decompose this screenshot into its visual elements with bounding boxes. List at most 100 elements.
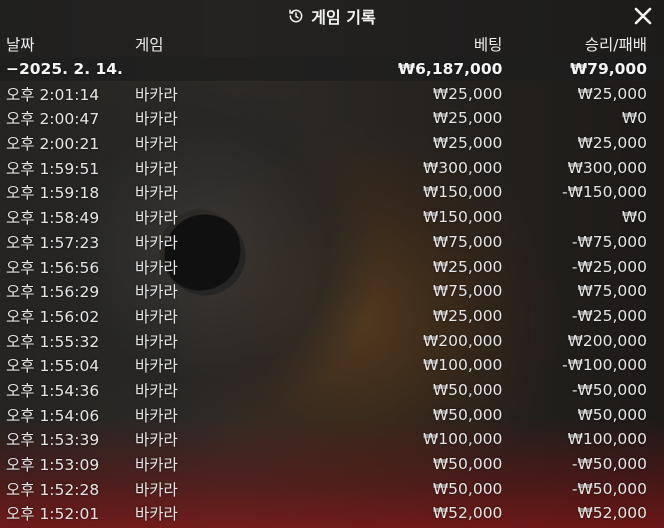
row-bet: ₩25,000 [432, 134, 503, 153]
row-bet: ₩75,000 [432, 282, 503, 301]
table-row[interactable]: 오후 1:55:32 바카라 ₩200,000 ₩200,000 [0, 328, 664, 353]
row-result: -₩50,000 [571, 380, 647, 399]
row-time: 오후 1:56:02 [6, 307, 100, 326]
column-header-bet[interactable]: 베팅 [348, 32, 520, 57]
column-header-date[interactable]: 날짜 [0, 32, 129, 57]
row-time: 오후 1:53:09 [6, 456, 100, 475]
row-game: 바카라 [134, 135, 178, 154]
row-game: 바카라 [134, 307, 178, 326]
row-time: 오후 2:00:21 [6, 135, 100, 154]
table-row[interactable]: 오후 1:54:06 바카라 ₩50,000 ₩50,000 [0, 402, 664, 427]
row-bet: ₩52,000 [432, 504, 503, 523]
table-row[interactable]: 오후 2:00:47 바카라 ₩25,000 ₩0 [0, 106, 664, 131]
row-game: 바카라 [134, 357, 178, 376]
row-bet: ₩50,000 [432, 479, 503, 498]
table-row[interactable]: 오후 1:57:23 바카라 ₩75,000 -₩75,000 [0, 230, 664, 255]
row-game: 바카라 [134, 381, 178, 400]
table-row[interactable]: 오후 1:56:02 바카라 ₩25,000 -₩25,000 [0, 304, 664, 329]
row-time: 오후 1:55:32 [6, 332, 100, 351]
row-bet: ₩100,000 [422, 356, 503, 375]
row-game: 바카라 [134, 456, 178, 475]
table-row[interactable]: 오후 1:59:51 바카라 ₩300,000 ₩300,000 [0, 155, 664, 180]
row-result: ₩300,000 [567, 158, 647, 177]
row-game: 바카라 [134, 209, 178, 228]
row-bet: ₩25,000 [432, 257, 503, 276]
close-icon [634, 7, 652, 25]
table-row[interactable]: 오후 1:52:28 바카라 ₩50,000 -₩50,000 [0, 476, 664, 501]
row-game: 바카라 [134, 480, 178, 499]
row-result: ₩50,000 [577, 405, 647, 424]
dialog-title-text: 게임 기록 [311, 8, 376, 27]
row-game: 바카라 [134, 406, 178, 425]
table-row[interactable]: 오후 1:58:49 바카라 ₩150,000 ₩0 [0, 205, 664, 230]
row-result: -₩50,000 [571, 479, 647, 498]
row-time: 오후 2:00:47 [6, 110, 100, 129]
column-header-result[interactable]: 승리/패배 [519, 32, 664, 57]
row-game: 바카라 [134, 159, 178, 178]
row-bet: ₩50,000 [432, 455, 503, 474]
row-result: -₩100,000 [561, 356, 647, 375]
row-game: 바카라 [134, 332, 178, 351]
row-result: ₩52,000 [577, 504, 647, 523]
row-bet: ₩25,000 [432, 306, 503, 325]
row-time: 오후 1:54:06 [6, 406, 100, 425]
table-row[interactable]: 오후 2:01:14 바카라 ₩25,000 ₩25,000 [0, 81, 664, 106]
row-game: 바카라 [134, 184, 178, 203]
date-group-row[interactable]: −2025. 2. 14. ₩6,187,000 ₩79,000 [0, 56, 664, 82]
table-row[interactable]: 오후 1:53:39 바카라 ₩100,000 ₩100,000 [0, 427, 664, 452]
row-bet: ₩100,000 [422, 430, 503, 449]
history-table: 날짜 게임 베팅 승리/패배 −2025. 2. 14. ₩6,187,000 … [0, 32, 664, 526]
row-result: ₩0 [621, 109, 647, 128]
row-time: 오후 1:59:18 [6, 184, 100, 203]
row-bet: ₩150,000 [422, 208, 503, 227]
row-time: 오후 1:52:28 [6, 480, 100, 499]
row-game: 바카라 [134, 110, 178, 129]
date-group-label[interactable]: −2025. 2. 14. [0, 56, 129, 82]
row-time: 오후 1:52:01 [6, 505, 100, 524]
row-bet: ₩75,000 [432, 232, 503, 251]
date-group-game [128, 56, 349, 82]
row-result: -₩150,000 [561, 183, 647, 202]
row-bet: ₩300,000 [422, 158, 503, 177]
row-game: 바카라 [134, 283, 178, 302]
date-group-result-total: ₩79,000 [519, 56, 664, 82]
column-header-game[interactable]: 게임 [128, 32, 349, 57]
row-time: 오후 1:58:49 [6, 209, 100, 228]
row-result: ₩25,000 [577, 84, 647, 103]
date-group-bet-total: ₩6,187,000 [348, 56, 520, 82]
dialog-title: 게임 기록 [0, 0, 664, 32]
row-game: 바카라 [134, 233, 178, 252]
row-result: ₩25,000 [577, 134, 647, 153]
table-row[interactable]: 오후 2:00:21 바카라 ₩25,000 ₩25,000 [0, 131, 664, 156]
row-game: 바카라 [134, 85, 178, 104]
table-row[interactable]: 오후 1:54:36 바카라 ₩50,000 -₩50,000 [0, 378, 664, 403]
row-result: ₩75,000 [577, 282, 647, 301]
history-icon [289, 9, 303, 23]
table-row[interactable]: 오후 1:56:56 바카라 ₩25,000 -₩25,000 [0, 254, 664, 279]
row-result: ₩0 [621, 208, 647, 227]
row-result: -₩25,000 [571, 257, 647, 276]
row-bet: ₩200,000 [422, 331, 503, 350]
row-result: -₩75,000 [571, 232, 647, 251]
row-bet: ₩25,000 [432, 109, 503, 128]
row-game: 바카라 [134, 431, 178, 450]
row-time: 오후 1:53:39 [6, 431, 100, 450]
table-row[interactable]: 오후 1:52:01 바카라 ₩52,000 ₩52,000 [0, 501, 664, 526]
table-row[interactable]: 오후 1:55:04 바카라 ₩100,000 -₩100,000 [0, 353, 664, 378]
table-row[interactable]: 오후 1:53:09 바카라 ₩50,000 -₩50,000 [0, 452, 664, 477]
row-time: 오후 1:57:23 [6, 233, 100, 252]
row-bet: ₩50,000 [432, 380, 503, 399]
row-game: 바카라 [134, 505, 178, 524]
table-row[interactable]: 오후 1:59:18 바카라 ₩150,000 -₩150,000 [0, 180, 664, 205]
table-row[interactable]: 오후 1:56:29 바카라 ₩75,000 ₩75,000 [0, 279, 664, 304]
row-time: 오후 1:54:36 [6, 381, 100, 400]
table-header: 날짜 게임 베팅 승리/패배 [0, 32, 664, 57]
row-time: 오후 2:01:14 [6, 85, 100, 104]
row-bet: ₩25,000 [432, 84, 503, 103]
row-game: 바카라 [134, 258, 178, 277]
row-time: 오후 1:56:29 [6, 283, 100, 302]
row-result: -₩25,000 [571, 306, 647, 325]
row-time: 오후 1:55:04 [6, 357, 100, 376]
row-time: 오후 1:56:56 [6, 258, 100, 277]
close-button[interactable] [632, 5, 654, 27]
